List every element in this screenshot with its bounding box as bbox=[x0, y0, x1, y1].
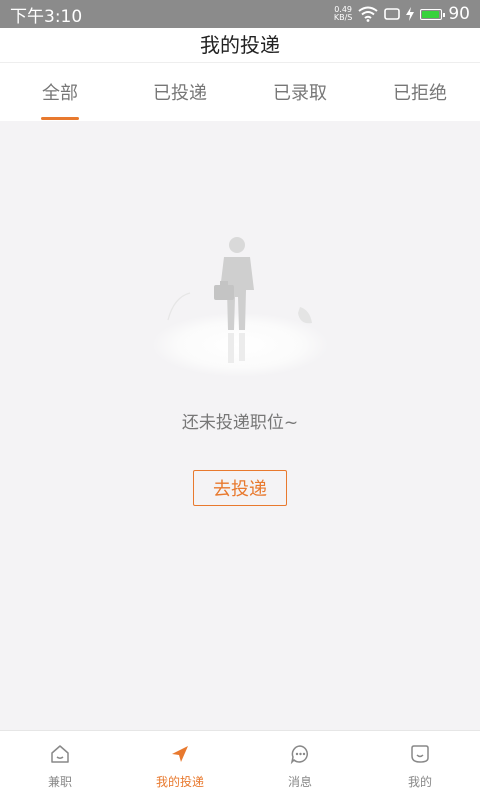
tab-label: 已录取 bbox=[273, 83, 327, 104]
tab-bar: 全部 已投递 已录取 已拒绝 bbox=[0, 62, 480, 121]
send-icon bbox=[172, 745, 188, 762]
nav-item-messages[interactable]: 消息 bbox=[240, 731, 360, 801]
tab-label: 已拒绝 bbox=[393, 83, 447, 104]
battery-fill bbox=[422, 10, 439, 18]
status-bar: 下午3:10 0.49 KB/S 90 bbox=[0, 0, 480, 28]
header: 我的投递 bbox=[0, 28, 480, 62]
empty-state: 还未投递职位~ 去投递 bbox=[0, 120, 480, 730]
tab-rejected[interactable]: 已拒绝 bbox=[360, 63, 480, 121]
tab-applied[interactable]: 已投递 bbox=[120, 63, 240, 121]
tab-accepted[interactable]: 已录取 bbox=[240, 63, 360, 121]
nav-label: 我的投递 bbox=[155, 774, 204, 789]
nav-item-profile[interactable]: 我的 bbox=[360, 731, 480, 801]
status-time: 下午3:10 bbox=[10, 6, 83, 27]
battery-icon bbox=[420, 8, 446, 20]
page-title: 我的投递 bbox=[200, 32, 280, 57]
profile-icon bbox=[411, 744, 429, 763]
home-icon bbox=[51, 744, 69, 763]
network-speed: 0.49 KB/S bbox=[334, 6, 353, 22]
battery-tip bbox=[443, 12, 446, 17]
charging-icon bbox=[406, 7, 415, 21]
battery-level: 90 bbox=[448, 4, 470, 24]
tab-all[interactable]: 全部 bbox=[0, 63, 120, 121]
empty-state-message: 还未投递职位~ bbox=[181, 413, 299, 433]
go-apply-button[interactable]: 去投递 bbox=[193, 470, 287, 506]
nav-item-my-applications[interactable]: 我的投递 bbox=[120, 731, 240, 801]
nav-label: 消息 bbox=[287, 774, 312, 789]
screen-icon bbox=[384, 8, 401, 20]
empty-state-illustration bbox=[152, 237, 328, 377]
tab-label: 已投递 bbox=[153, 83, 207, 104]
wifi-icon bbox=[358, 6, 378, 22]
nav-label: 我的 bbox=[407, 774, 432, 789]
status-indicators: 0.49 KB/S 90 bbox=[334, 4, 470, 24]
chat-icon bbox=[290, 744, 308, 764]
tab-label: 全部 bbox=[42, 83, 78, 104]
network-speed-unit: KB/S bbox=[333, 13, 353, 22]
bottom-nav: 兼职 我的投递 消息 我的 bbox=[0, 730, 480, 801]
nav-label: 兼职 bbox=[47, 774, 72, 789]
nav-item-part-time[interactable]: 兼职 bbox=[0, 731, 120, 801]
